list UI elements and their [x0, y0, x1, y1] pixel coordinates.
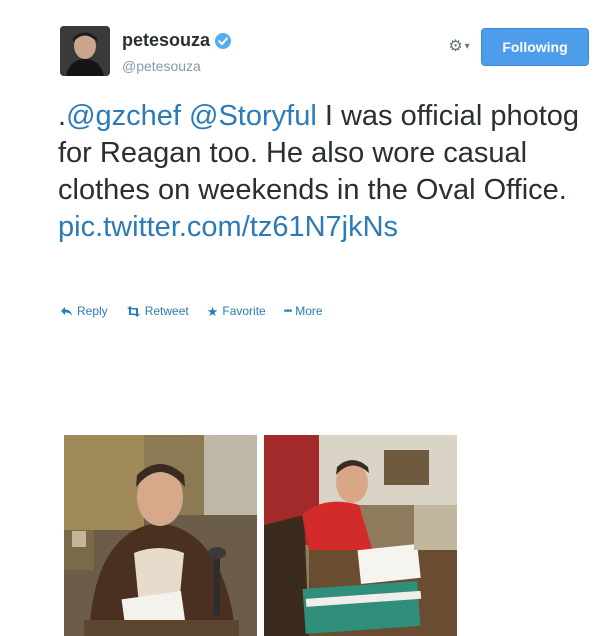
following-button[interactable]: Following: [481, 28, 589, 66]
verified-badge-icon: [215, 32, 232, 49]
tweet-actions: Reply Retweet ★ Favorite ••• More: [60, 304, 323, 318]
avatar[interactable]: [60, 26, 110, 76]
chevron-down-icon: ▾: [464, 40, 470, 52]
reply-button[interactable]: Reply: [60, 304, 108, 318]
mention-link[interactable]: @Storyful: [189, 100, 317, 132]
more-button[interactable]: ••• More: [284, 304, 323, 318]
reply-icon: [61, 306, 72, 316]
avatar-photo: [60, 26, 110, 76]
display-name-text: petesouza: [122, 30, 211, 50]
more-label: More: [295, 304, 323, 318]
tweet-text: .@gzchef @Storyful I was official photog…: [58, 98, 588, 246]
gear-icon: ⚙: [448, 38, 463, 55]
photo-reagan-red-shirt: [264, 435, 457, 636]
favorite-button[interactable]: ★ Favorite: [207, 304, 266, 318]
pic-link[interactable]: pic.twitter.com/tz61N7jkNs: [58, 211, 398, 243]
favorite-label: Favorite: [222, 304, 266, 318]
user-handle[interactable]: @petesouza: [122, 58, 201, 74]
tweet-prefix: .: [58, 100, 67, 132]
reply-label: Reply: [77, 304, 108, 318]
retweet-button[interactable]: Retweet: [126, 304, 189, 318]
more-dots-icon: •••: [283, 305, 292, 317]
user-display-name[interactable]: petesouza: [122, 30, 232, 51]
star-icon: ★: [206, 303, 219, 319]
tweet-photo-1[interactable]: [64, 435, 257, 636]
retweet-icon: [126, 305, 140, 317]
retweet-label: Retweet: [144, 304, 189, 318]
tweet-photo-2[interactable]: [264, 435, 457, 636]
tweet-card: petesouza @petesouza ⚙ ▾ Following .@gzc…: [0, 0, 600, 636]
mention-link[interactable]: @gzchef: [66, 100, 181, 132]
settings-gear-dropdown[interactable]: ⚙ ▾: [444, 36, 474, 56]
photo-reagan-desk-jacket: [64, 435, 257, 636]
